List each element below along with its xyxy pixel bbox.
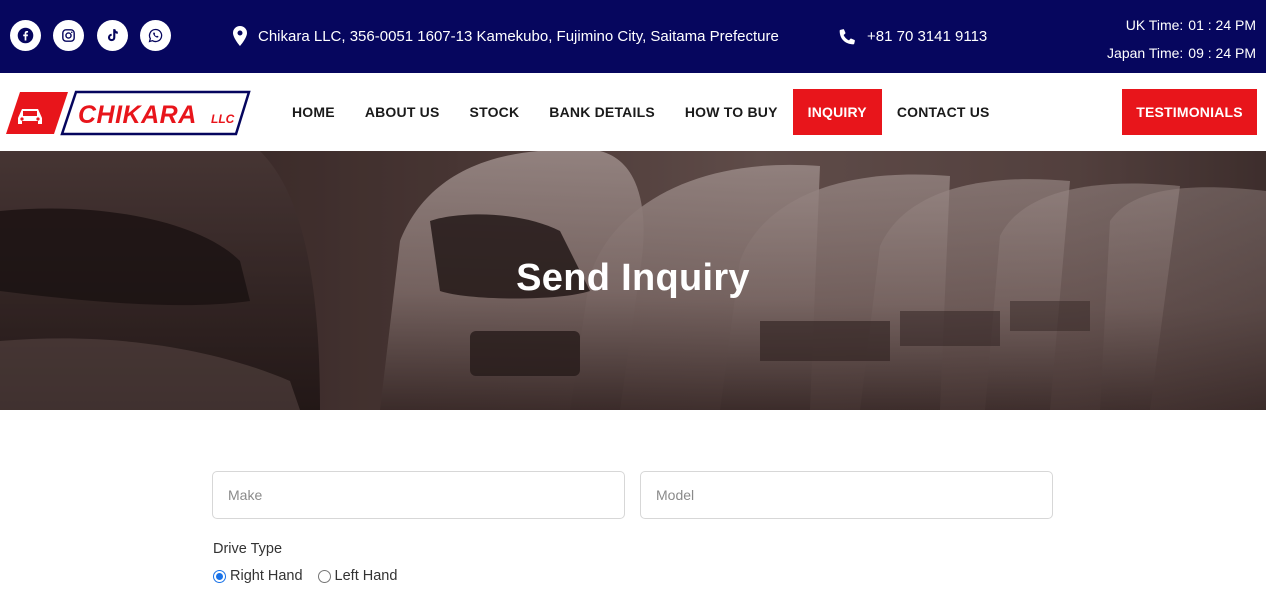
phone-link[interactable]: +81 70 3141 9113 bbox=[838, 25, 987, 47]
location-pin-icon bbox=[233, 26, 247, 46]
chikara-logo[interactable]: CHIKARA LLC bbox=[4, 90, 251, 136]
phone-icon bbox=[839, 28, 855, 44]
instagram-icon[interactable] bbox=[53, 20, 84, 51]
make-input[interactable] bbox=[212, 471, 625, 519]
radio-checked-indicator[interactable] bbox=[213, 569, 226, 583]
japan-time-label: Japan Time: bbox=[1107, 45, 1184, 61]
right-hand-radio[interactable]: Right Hand bbox=[213, 568, 303, 584]
hero-banner: Send Inquiry bbox=[0, 151, 1266, 410]
testimonials-button[interactable]: TESTIMONIALS bbox=[1122, 89, 1257, 135]
nav-about-us[interactable]: ABOUT US bbox=[350, 89, 455, 135]
main-navbar: CHIKARA LLC HOME ABOUT US STOCK BANK DET… bbox=[0, 73, 1266, 151]
right-hand-label: Right Hand bbox=[230, 568, 303, 584]
model-input[interactable] bbox=[640, 471, 1053, 519]
radio-unchecked-indicator[interactable] bbox=[317, 569, 331, 583]
drive-type-radio-group: Right Hand Left Hand bbox=[213, 568, 412, 584]
left-hand-label: Left Hand bbox=[334, 568, 398, 584]
uk-time-value: 01 : 24 PM bbox=[1188, 17, 1256, 33]
drive-type-label: Drive Type bbox=[213, 541, 283, 557]
nav-inquiry[interactable]: INQUIRY bbox=[792, 89, 882, 135]
whatsapp-icon[interactable] bbox=[140, 20, 171, 51]
left-hand-radio[interactable]: Left Hand bbox=[317, 568, 398, 584]
nav-contact-us[interactable]: CONTACT US bbox=[882, 89, 1005, 135]
nav-how-to-buy[interactable]: HOW TO BUY bbox=[670, 89, 793, 135]
logo-wordmark: CHIKARA bbox=[78, 101, 197, 129]
uk-time-label: UK Time: bbox=[1125, 17, 1184, 33]
facebook-icon[interactable] bbox=[10, 20, 41, 51]
company-address: Chikara LLC, 356-0051 1607-13 Kamekubo, … bbox=[232, 25, 779, 47]
phone-number: +81 70 3141 9113 bbox=[867, 27, 988, 45]
address-text: Chikara LLC, 356-0051 1607-13 Kamekubo, … bbox=[258, 27, 779, 45]
page-title: Send Inquiry bbox=[516, 257, 750, 299]
nav-stock[interactable]: STOCK bbox=[455, 89, 535, 135]
top-info-bar: Chikara LLC, 356-0051 1607-13 Kamekubo, … bbox=[0, 0, 1266, 73]
tiktok-icon[interactable] bbox=[97, 20, 128, 51]
nav-bank-details[interactable]: BANK DETAILS bbox=[534, 89, 670, 135]
nav-menu: HOME ABOUT US STOCK BANK DETAILS HOW TO … bbox=[277, 89, 1005, 135]
japan-time-value: 09 : 24 PM bbox=[1188, 45, 1256, 61]
logo-suffix: LLC bbox=[211, 112, 235, 126]
clock-panel: UK Time: 01 : 24 PM Japan Time: 09 : 24 … bbox=[1107, 11, 1256, 67]
nav-home[interactable]: HOME bbox=[277, 89, 350, 135]
